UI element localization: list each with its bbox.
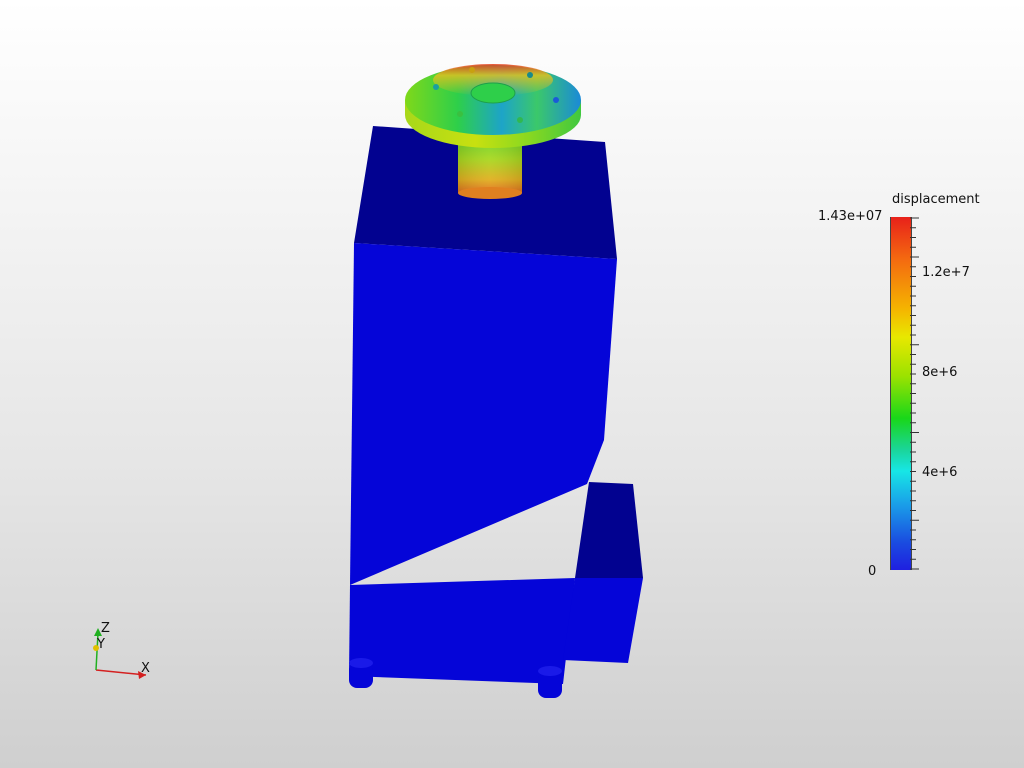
legend-title: displacement bbox=[892, 192, 980, 207]
foot-right bbox=[538, 666, 562, 698]
foot-left bbox=[349, 658, 373, 688]
legend-color-bar bbox=[890, 217, 912, 570]
3d-render-viewport[interactable]: Z Y X displacement 1.43e+07 1.2e+7 8e+6 … bbox=[0, 0, 1024, 768]
body-front-face bbox=[350, 243, 617, 585]
side-box-front-face bbox=[563, 578, 643, 663]
axis-x-label: X bbox=[141, 661, 150, 676]
legend-max-label: 1.43e+07 bbox=[818, 209, 883, 224]
model-scene[interactable] bbox=[0, 0, 1024, 768]
legend-min-label: 0 bbox=[868, 564, 877, 579]
axis-z-label: Z bbox=[101, 621, 110, 636]
legend-tick-label-3: 4e+6 bbox=[922, 465, 958, 480]
legend-ticks bbox=[910, 217, 919, 570]
flange-disc bbox=[405, 64, 581, 148]
legend-tick-label-1: 1.2e+7 bbox=[922, 265, 970, 280]
axis-y-label: Y bbox=[97, 637, 105, 652]
side-box-top-face bbox=[575, 482, 643, 578]
legend-tick-label-2: 8e+6 bbox=[922, 365, 958, 380]
